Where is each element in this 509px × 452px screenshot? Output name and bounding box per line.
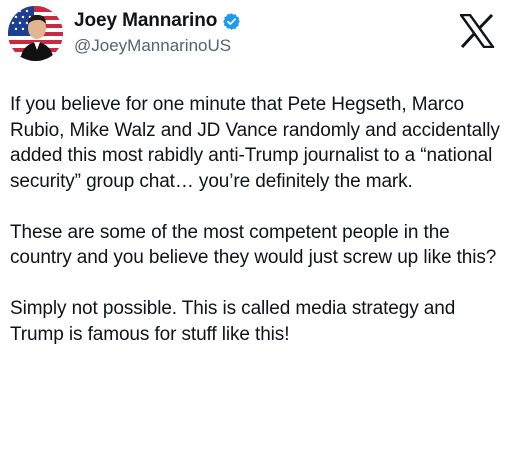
tweet-paragraph-2: These are some of the most competent peo… — [10, 221, 497, 269]
tweet-paragraph-1: If you believe for one minute that Pete … — [10, 94, 500, 192]
tweet-paragraph-3: Simply not possible. This is called medi… — [10, 298, 456, 345]
tweet-header: Joey Mannarino @JoeyMannarinoUS — [8, 4, 501, 68]
author-handle[interactable]: @JoeyMannarinoUS — [74, 36, 231, 56]
verified-badge-icon — [222, 12, 241, 31]
x-logo-icon[interactable] — [459, 13, 495, 49]
author-name-row: Joey Mannarino — [74, 10, 241, 32]
tweet-text: If you believe for one minute that Pete … — [10, 92, 500, 347]
tweet-card: Joey Mannarino @JoeyMannarinoUS If you b… — [0, 0, 509, 452]
avatar[interactable] — [8, 6, 63, 61]
author-name[interactable]: Joey Mannarino — [74, 10, 217, 32]
